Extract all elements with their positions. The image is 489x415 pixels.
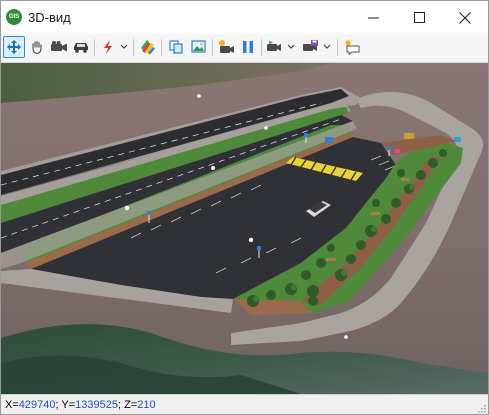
lightning-dropdown-button[interactable] (119, 36, 129, 58)
pan-tool-button[interactable] (3, 36, 25, 58)
maximize-button[interactable] (396, 1, 442, 34)
toolbar-separator (212, 39, 213, 56)
app-logo-icon: GIS (6, 9, 22, 25)
y-label: ; Y= (55, 399, 76, 411)
chevron-down-icon (120, 44, 128, 49)
record-tool-button[interactable] (215, 36, 237, 58)
close-button[interactable] (442, 1, 488, 34)
save-view-tool-button[interactable] (300, 36, 322, 58)
lightning-icon (104, 40, 112, 54)
layers-tool-button[interactable] (137, 36, 159, 58)
y-value: 1339525 (75, 399, 118, 411)
viewport-3d[interactable] (1, 63, 488, 394)
minimize-icon (367, 17, 379, 19)
z-value: 210 (137, 399, 156, 411)
z-label: ; Z= (118, 399, 138, 411)
camera-tool-button[interactable] (48, 36, 70, 58)
terrain-scene (1, 63, 488, 394)
x-label: X= (5, 399, 19, 411)
lightning-tool-button[interactable] (97, 36, 119, 58)
video-camera-icon (51, 41, 67, 52)
window-3d-view: GIS 3D-вид X=429740; Y=1339525; Z=210 (0, 0, 489, 415)
play-tool-button[interactable] (264, 36, 286, 58)
x-value: 429740 (18, 399, 56, 411)
parked-vehicle (454, 137, 461, 142)
image-tool-button[interactable] (188, 36, 210, 58)
parked-vehicle (404, 133, 414, 139)
record-camera-icon (219, 40, 234, 53)
maximize-icon (413, 12, 425, 23)
copy-icon (169, 40, 183, 54)
move-arrows-icon (7, 40, 21, 54)
minimize-button[interactable] (350, 1, 396, 34)
resize-grip-icon[interactable] (476, 403, 486, 413)
car-tool-button[interactable] (70, 36, 92, 58)
hand-icon (32, 40, 42, 55)
bench (326, 258, 336, 261)
save-icon (303, 40, 318, 51)
play-dropdown-button[interactable] (286, 36, 296, 58)
title-bar[interactable]: GIS 3D-вид (1, 1, 488, 34)
parked-vehicle (394, 149, 400, 153)
toolbar-separator (94, 39, 95, 56)
pause-tool-button[interactable] (237, 36, 259, 58)
bench (371, 212, 380, 215)
bench (401, 178, 409, 181)
toolbar-separator (161, 39, 162, 56)
comment-tool-button[interactable] (341, 36, 363, 58)
coordinates-readout: X=429740; Y=1339525; Z=210 (5, 395, 156, 414)
car-icon (74, 43, 88, 53)
parked-vehicle (325, 137, 333, 143)
toolbar-separator (133, 39, 134, 56)
save-view-dropdown-button[interactable] (322, 36, 332, 58)
copy-tool-button[interactable] (165, 36, 187, 58)
color-layers-icon (141, 40, 155, 55)
chevron-down-icon (323, 44, 331, 49)
picture-icon (191, 40, 206, 53)
toolbar-separator (337, 39, 338, 56)
hand-tool-button[interactable] (26, 36, 48, 58)
window-title: 3D-вид (28, 10, 71, 25)
status-bar: X=429740; Y=1339525; Z=210 (1, 394, 488, 414)
pause-icon (243, 41, 253, 53)
comment-icon (345, 40, 360, 55)
chevron-down-icon (287, 44, 295, 49)
toolbar (1, 34, 488, 63)
close-icon (459, 11, 471, 24)
play-camera-icon (267, 40, 281, 51)
toolbar-separator (261, 39, 262, 56)
